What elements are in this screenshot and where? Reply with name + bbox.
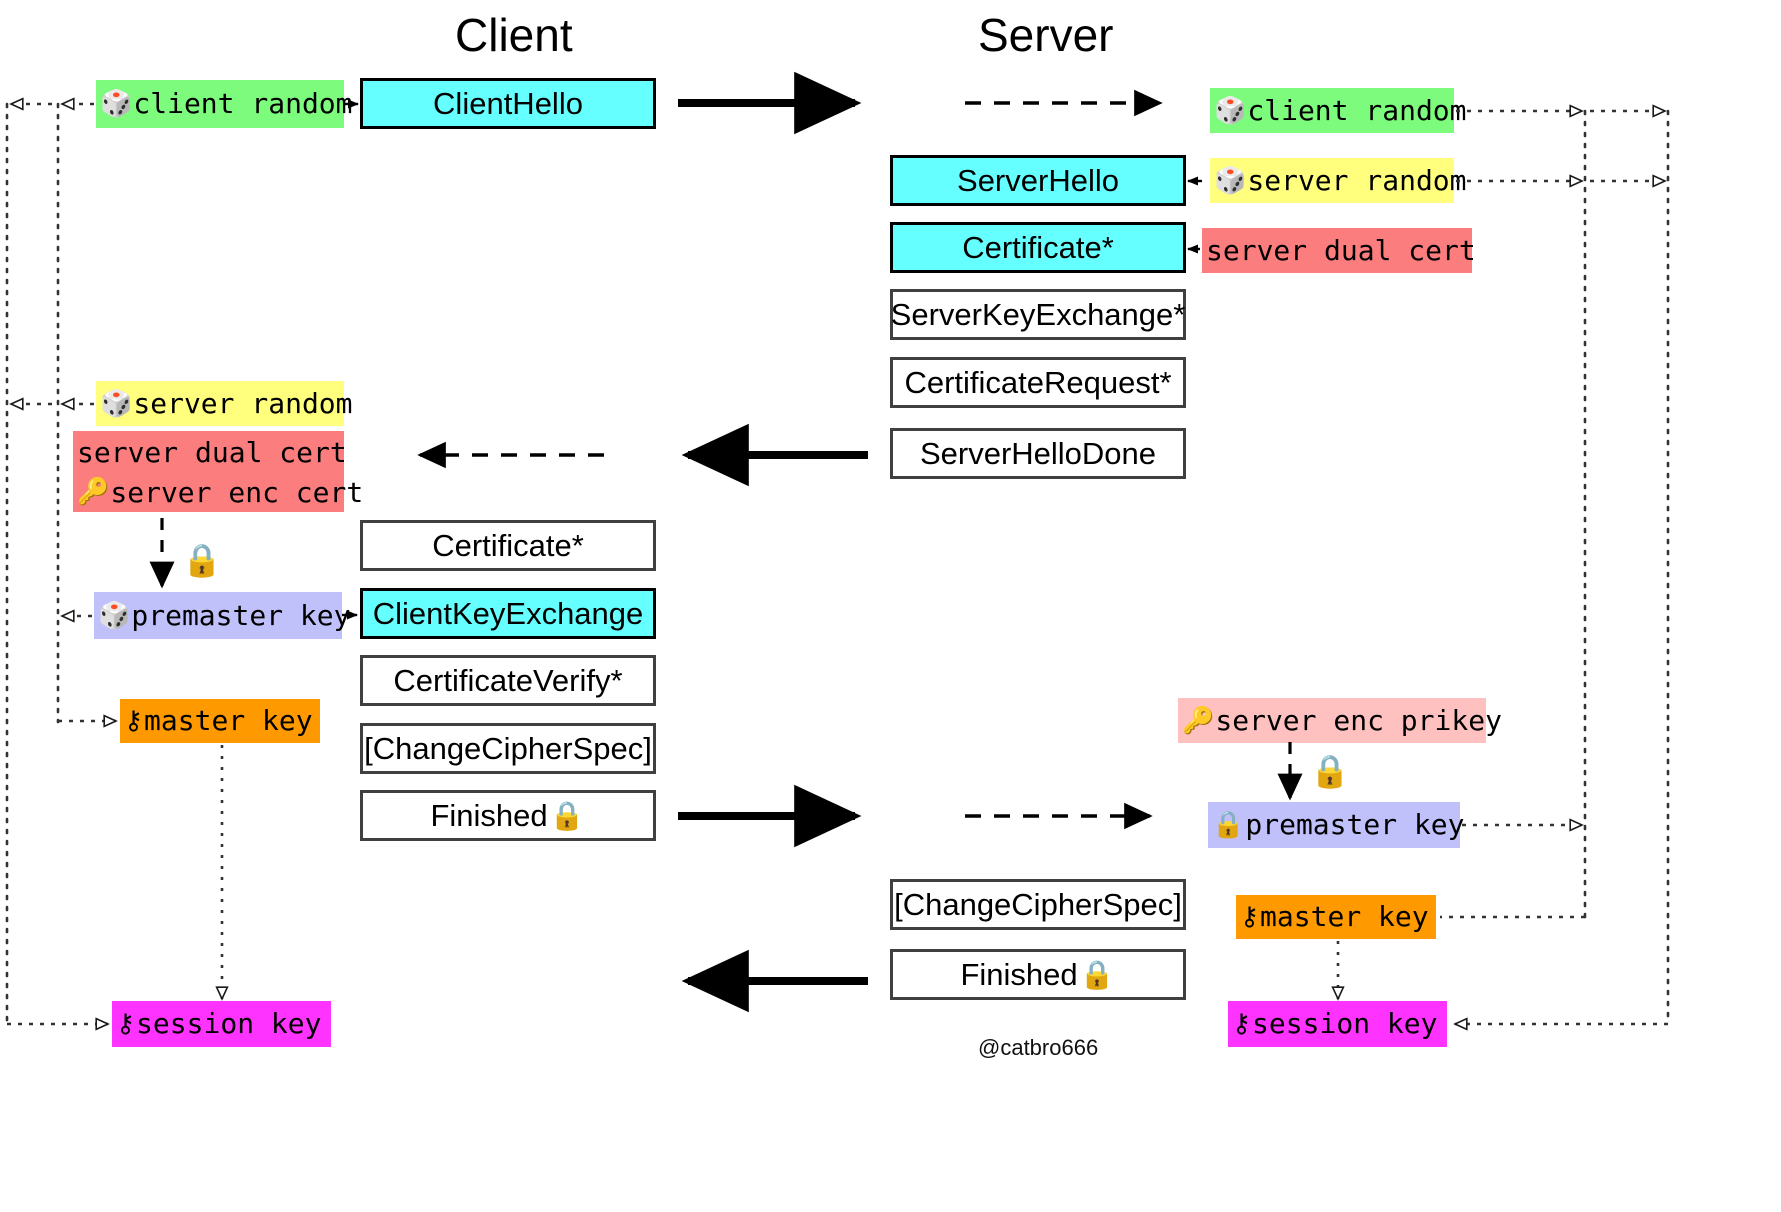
- message-label: [ChangeCipherSpec]: [894, 886, 1182, 922]
- key-outline-icon: ⚷: [116, 1009, 136, 1039]
- client-decrypt-lock-icon: 🔒: [182, 541, 222, 579]
- key-outline-icon: ⚷: [1232, 1009, 1252, 1039]
- chip-label: master key: [144, 704, 313, 738]
- watermark: @catbro666: [978, 1035, 1099, 1060]
- tls-handshake-diagram: Client Server ClientHello Certificate* C…: [0, 0, 1781, 1212]
- chip-label: client random: [1247, 93, 1467, 127]
- chip-label: master key: [1260, 900, 1429, 934]
- chip-label: server dual cert: [77, 436, 347, 470]
- client-message-certificate[interactable]: Certificate*: [360, 520, 656, 571]
- client-message-client-key-exchange[interactable]: ClientKeyExchange: [360, 588, 656, 639]
- key-icon: 🔑: [77, 477, 110, 508]
- chip-line-1: server dual cert: [77, 433, 347, 473]
- server-message-server-key-exchange[interactable]: ServerKeyExchange*: [890, 289, 1186, 340]
- dice-icon: 🎲: [100, 388, 133, 419]
- client-message-change-cipher-spec[interactable]: [ChangeCipherSpec]: [360, 723, 656, 774]
- server-message-server-hello-done[interactable]: ServerHelloDone: [890, 428, 1186, 479]
- server-message-finished[interactable]: Finished 🔒: [890, 949, 1186, 1000]
- chip-label: server enc cert: [110, 475, 364, 509]
- key-outline-icon: ⚷: [124, 706, 144, 736]
- client-message-finished[interactable]: Finished 🔒: [360, 790, 656, 841]
- message-label: CertificateVerify*: [393, 662, 623, 698]
- client-chip-session-key: ⚷ session key: [112, 1001, 331, 1047]
- message-label: CertificateRequest*: [904, 364, 1172, 400]
- chip-label: premaster key: [131, 598, 351, 632]
- server-chip-server-random: 🎲 server random: [1210, 158, 1467, 203]
- server-chip-master-key: ⚷ master key: [1236, 895, 1436, 939]
- chip-label: server random: [1247, 163, 1467, 197]
- key-icon: 🔑: [1182, 705, 1215, 736]
- client-chip-client-random: 🎲 client random: [96, 80, 353, 128]
- client-chip-premaster-key: 🎲 premaster key: [94, 592, 351, 639]
- client-chip-master-key: ⚷ master key: [120, 699, 320, 743]
- client-message-client-hello[interactable]: ClientHello: [360, 78, 656, 129]
- chip-label: client random: [133, 87, 353, 121]
- client-chip-server-certs: server dual cert 🔑 server enc cert: [73, 431, 363, 513]
- message-label: [ChangeCipherSpec]: [364, 730, 652, 766]
- chip-label: session key: [136, 1007, 322, 1041]
- message-label: ServerKeyExchange*: [890, 296, 1186, 332]
- chip-label: server random: [133, 386, 353, 420]
- dice-icon: 🎲: [1214, 165, 1247, 196]
- server-message-certificate-request[interactable]: CertificateRequest*: [890, 357, 1186, 408]
- server-chip-session-key: ⚷ session key: [1228, 1001, 1447, 1047]
- message-label: ServerHello: [957, 162, 1119, 198]
- message-label: Certificate*: [432, 527, 584, 563]
- column-header-client: Client: [455, 9, 573, 61]
- dice-icon: 🎲: [98, 600, 131, 631]
- lock-icon: 🔒: [1079, 957, 1115, 991]
- chip-label: server enc prikey: [1215, 703, 1502, 737]
- message-label: Finished: [960, 956, 1078, 992]
- message-label: ServerHelloDone: [919, 435, 1157, 471]
- chip-label: server dual cert: [1206, 233, 1476, 267]
- message-label: ClientKeyExchange: [372, 595, 644, 631]
- server-chip-server-enc-prikey: 🔑 server enc prikey: [1178, 698, 1502, 743]
- server-message-change-cipher-spec[interactable]: [ChangeCipherSpec]: [890, 879, 1186, 930]
- server-message-server-hello[interactable]: ServerHello: [890, 155, 1186, 206]
- lock-icon: 🔒: [549, 798, 585, 832]
- server-message-certificate[interactable]: Certificate*: [890, 222, 1186, 273]
- column-header-server: Server: [978, 9, 1114, 61]
- key-outline-icon: ⚷: [1240, 902, 1260, 932]
- message-label: Finished: [430, 797, 548, 833]
- chip-label: session key: [1252, 1007, 1438, 1041]
- server-chip-client-random: 🎲 client random: [1210, 88, 1467, 133]
- client-chip-server-random: 🎲 server random: [96, 381, 353, 426]
- lock-icon: 🔒: [1212, 810, 1245, 840]
- message-label: ClientHello: [433, 85, 583, 121]
- server-decrypt-lock-icon: 🔒: [1310, 752, 1350, 790]
- dice-icon: 🎲: [100, 89, 133, 119]
- server-chip-premaster-key: 🔒 premaster key: [1208, 802, 1465, 848]
- client-message-certificate-verify[interactable]: CertificateVerify*: [360, 655, 656, 706]
- dice-icon: 🎲: [1214, 95, 1247, 126]
- chip-label: premaster key: [1245, 808, 1465, 842]
- chip-line-2: 🔑 server enc cert: [77, 473, 363, 513]
- server-chip-server-dual-cert: server dual cert: [1202, 228, 1476, 273]
- message-label: Certificate*: [962, 229, 1114, 265]
